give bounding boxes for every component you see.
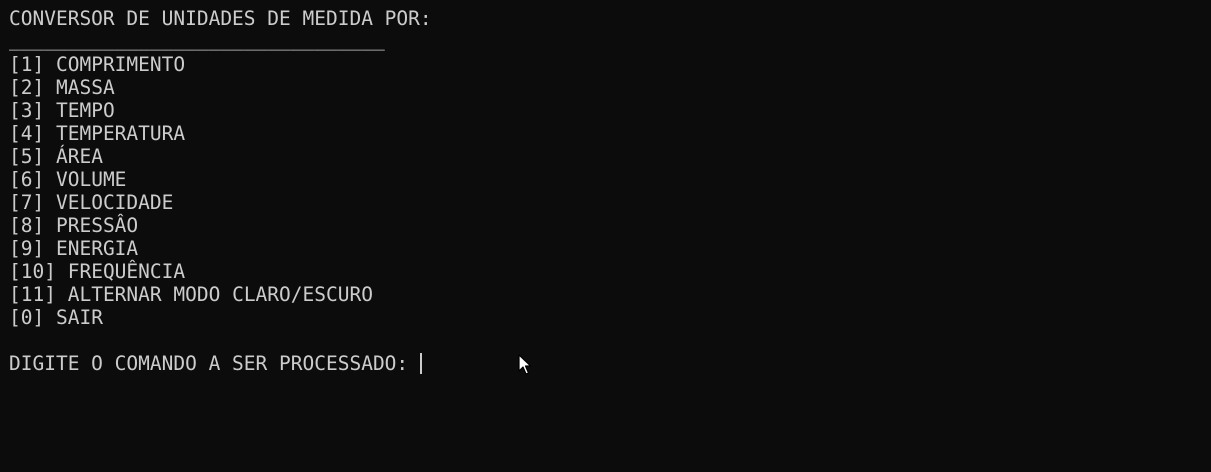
menu-item-key: [11]	[9, 283, 56, 306]
menu-item-key: [6]	[9, 168, 45, 191]
text-caret	[419, 353, 422, 374]
menu-item-key: [9]	[9, 237, 45, 260]
menu-item-energia: [9] ENERGIA	[9, 237, 1211, 260]
menu-item-label: COMPRIMENTO	[55, 53, 186, 76]
menu-item-sair: [0] SAIR	[9, 306, 1211, 329]
arrow-pointer-icon	[518, 354, 532, 375]
menu-item-alternar-modo: [11] ALTERNAR MODO CLARO/ESCURO	[9, 283, 1211, 306]
menu-item-tempo: [3] TEMPO	[9, 99, 1211, 122]
menu-item-label: SAIR	[55, 306, 103, 329]
menu-item-label: TEMPO	[55, 99, 115, 122]
menu-item-key: [2]	[9, 76, 45, 99]
menu-item-key: [7]	[9, 191, 45, 214]
menu-item-label: TEMPERATURA	[55, 122, 186, 145]
menu-item-area: [5] ÁREA	[9, 145, 1211, 168]
menu-item-label: VELOCIDADE	[55, 191, 174, 214]
command-prompt[interactable]: DIGITE O COMANDO A SER PROCESSADO:	[9, 352, 1211, 375]
menu-item-frequencia: [10] FREQUÊNCIA	[9, 260, 1211, 283]
menu-list: [1] COMPRIMENTO [2] MASSA [3] TEMPO [4] …	[9, 53, 1211, 329]
menu-item-key: [1]	[9, 53, 45, 76]
menu-item-key: [3]	[9, 99, 45, 122]
menu-item-volume: [6] VOLUME	[9, 168, 1211, 191]
menu-item-key: [8]	[9, 214, 45, 237]
menu-item-label: FREQUÊNCIA	[67, 260, 186, 283]
menu-divider: ________________________________	[9, 28, 385, 51]
menu-item-label: ENERGIA	[55, 237, 139, 260]
menu-item-temperatura: [4] TEMPERATURA	[9, 122, 1211, 145]
menu-item-label: PRESSÂO	[55, 214, 139, 237]
prompt-text: DIGITE O COMANDO A SER PROCESSADO:	[9, 352, 420, 375]
menu-item-key: [5]	[9, 145, 45, 168]
menu-item-pressao: [8] PRESSÂO	[9, 214, 1211, 237]
menu-item-key: [4]	[9, 122, 45, 145]
menu-item-label: MASSA	[55, 76, 115, 99]
menu-item-massa: [2] MASSA	[9, 76, 1211, 99]
menu-item-label: ALTERNAR MODO CLARO/ESCURO	[67, 283, 373, 306]
menu-item-label: ÁREA	[55, 145, 103, 168]
terminal-window[interactable]: CONVERSOR DE UNIDADES DE MEDIDA POR: ___…	[0, 0, 1211, 472]
menu-item-velocidade: [7] VELOCIDADE	[9, 191, 1211, 214]
menu-item-comprimento: [1] COMPRIMENTO	[9, 53, 1211, 76]
menu-item-key: [10]	[9, 260, 56, 283]
menu-item-label: VOLUME	[55, 168, 127, 191]
menu-item-key: [0]	[9, 306, 45, 329]
